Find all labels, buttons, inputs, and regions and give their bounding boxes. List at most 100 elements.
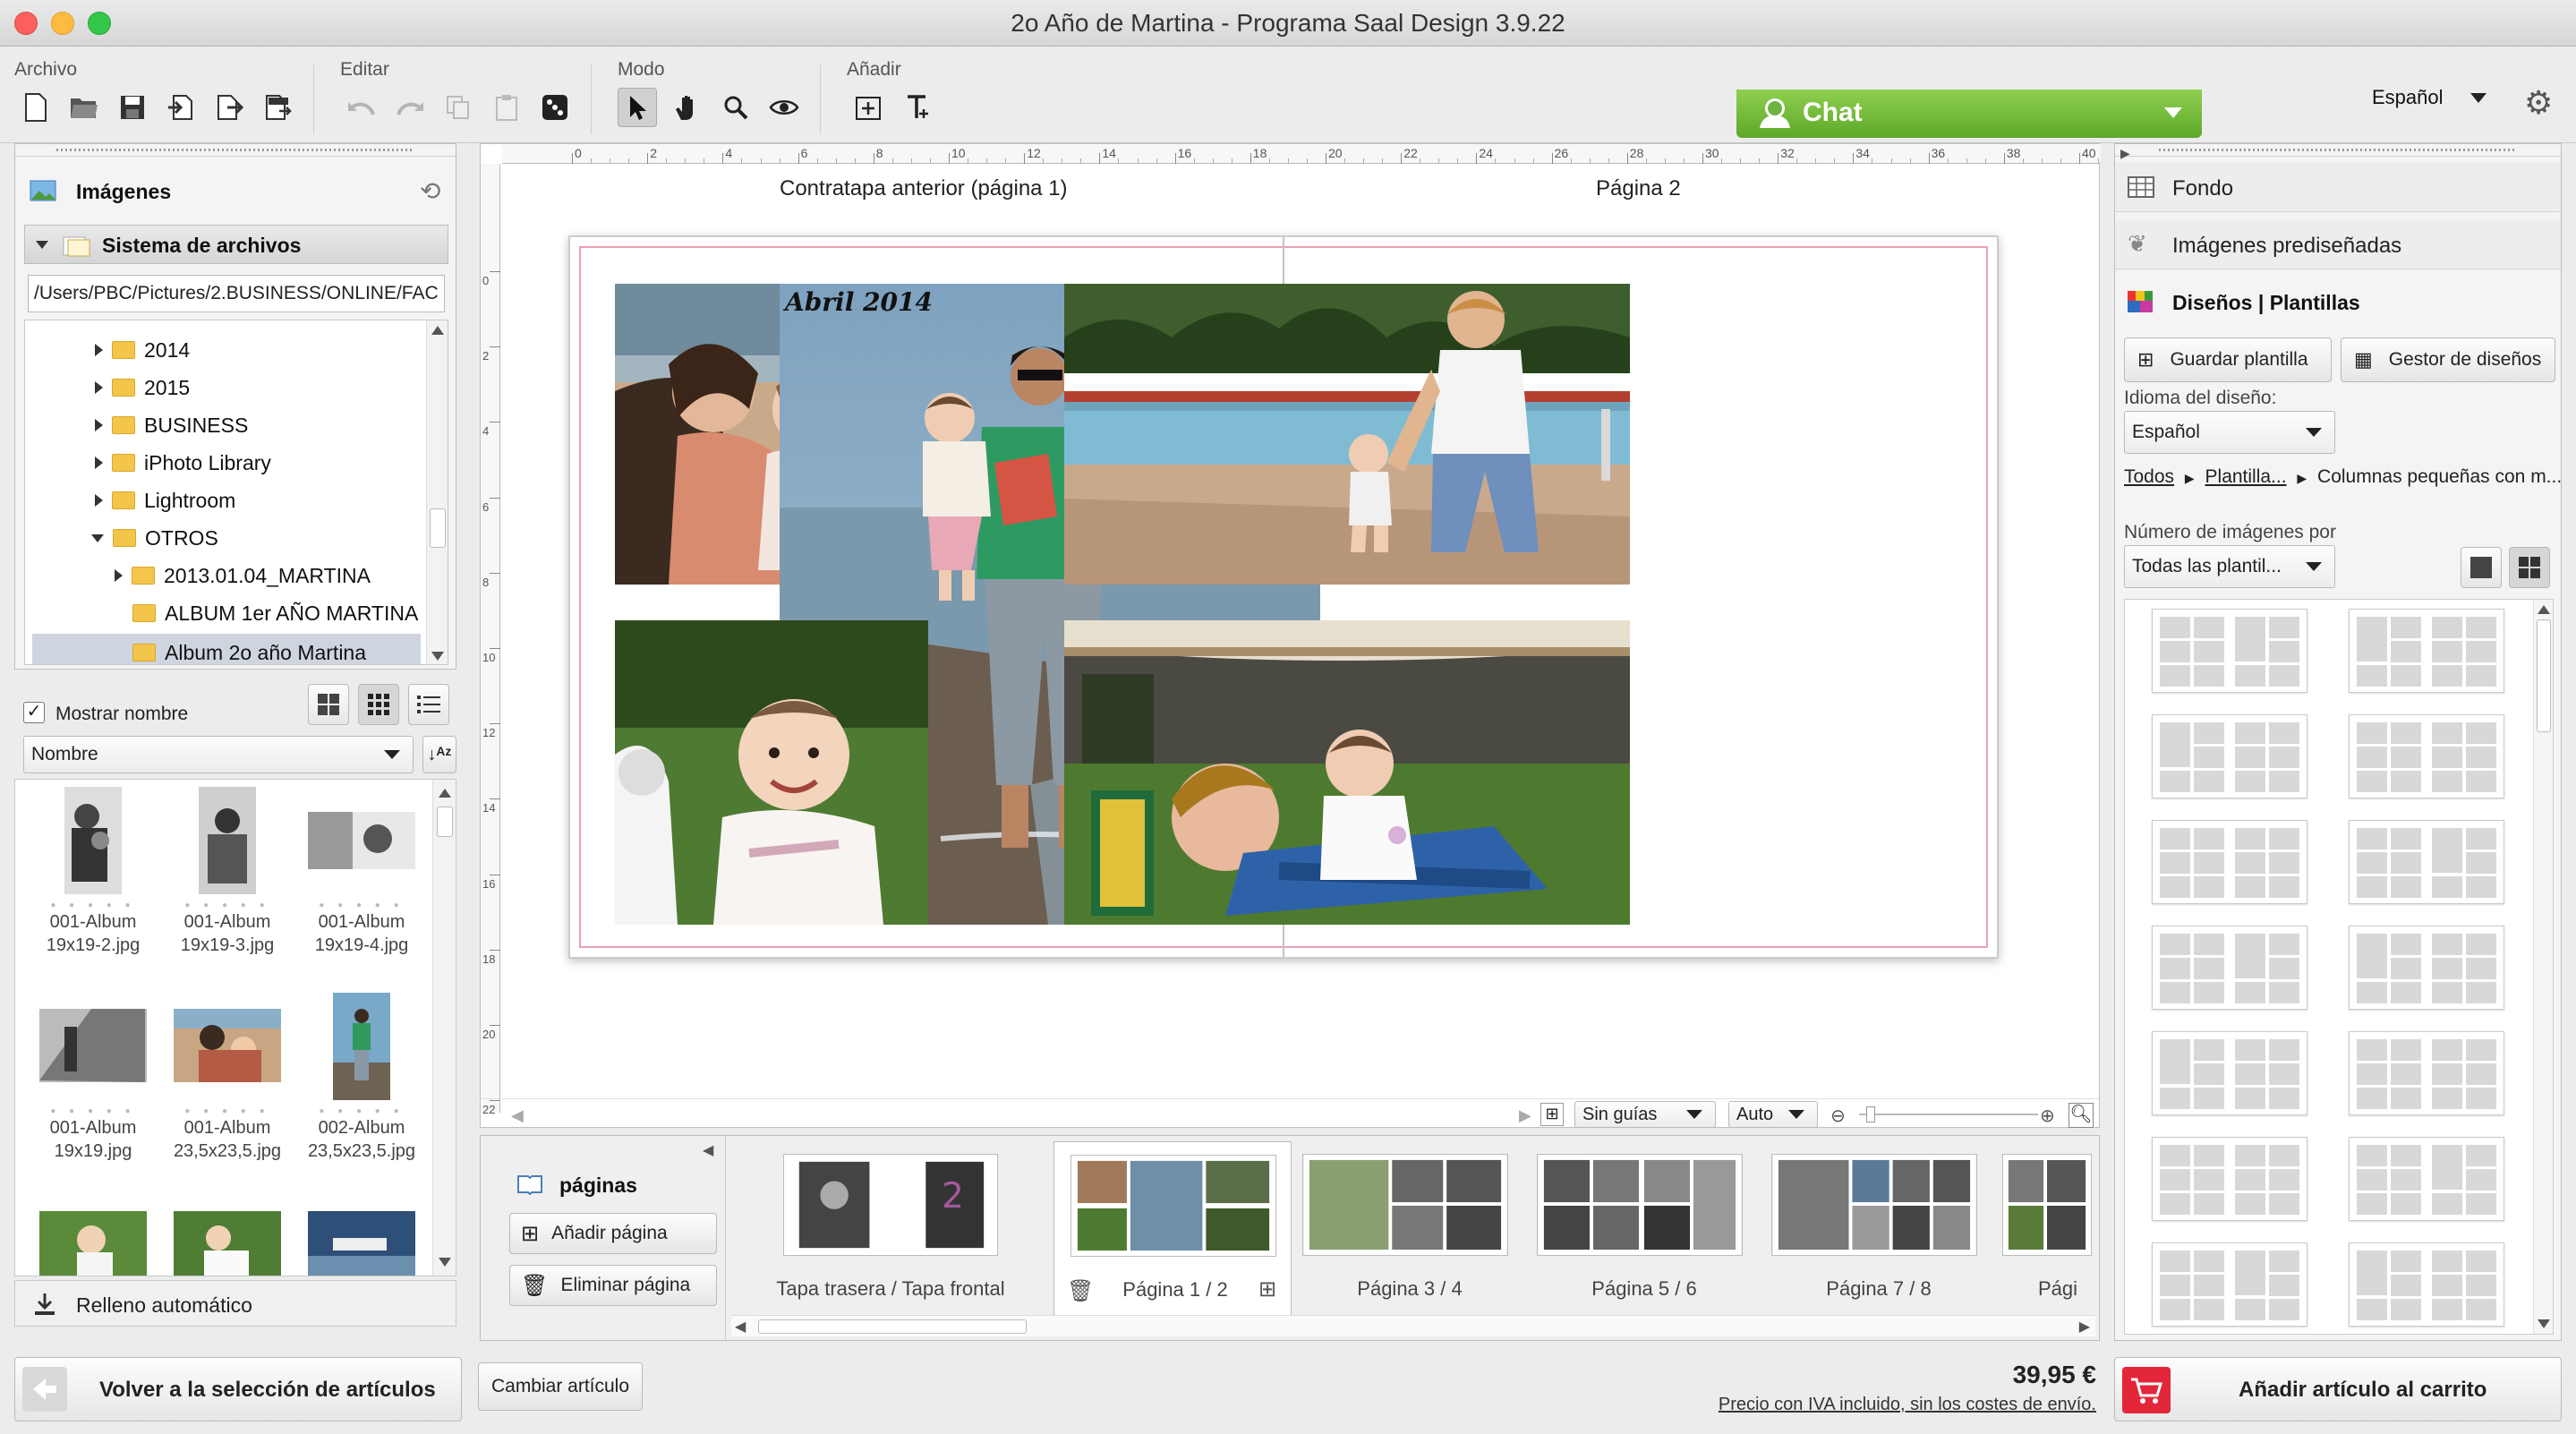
scroll-up-icon[interactable] [439, 789, 451, 798]
tree-item-martina-2013[interactable]: 2013.01.04_MARTINA [115, 557, 371, 594]
expand-icon[interactable] [95, 344, 103, 356]
pdf-export-icon[interactable] [258, 88, 297, 127]
page-thumb-cover[interactable]: 2 Tapa trasera / Tapa frontal [776, 1154, 1005, 1313]
template-card[interactable] [2152, 609, 2307, 693]
grid-template-view-icon[interactable] [2509, 547, 2550, 588]
page-thumb-next[interactable]: Pági [2002, 1154, 2092, 1313]
photo-frame-baby-dog[interactable] [615, 620, 928, 925]
settings-gear-icon[interactable]: ⚙ [2524, 84, 2553, 122]
scroll-thumb[interactable] [2537, 619, 2551, 732]
thumbnail-item[interactable]: ● ● ● ● ● 001-Album 23,5x23,5.jpg [160, 991, 294, 1163]
thumbnail-item[interactable]: ● ● ● ● ● 001-Album 19x19.jpg [26, 991, 160, 1163]
single-template-view-icon[interactable] [2461, 547, 2502, 588]
tree-item-2014[interactable]: 2014 [95, 331, 190, 369]
scroll-down-icon[interactable] [2538, 1319, 2550, 1328]
rating-stars[interactable]: ● ● ● ● ● [160, 1106, 294, 1116]
scroll-thumb[interactable] [437, 807, 453, 837]
tree-scrollbar[interactable] [426, 320, 448, 664]
scroll-down-icon[interactable] [431, 652, 444, 661]
rating-stars[interactable]: ● ● ● ● ● [294, 1106, 429, 1116]
panel-grip[interactable] [15, 144, 456, 157]
chat-button[interactable]: Chat [1736, 90, 2202, 138]
album-spread[interactable]: Abril 2014 [568, 235, 1999, 959]
insert-spread-icon[interactable]: ⊞ [1258, 1276, 1276, 1302]
small-grid-view-icon[interactable] [358, 684, 399, 725]
template-card[interactable] [2152, 1137, 2307, 1221]
scroll-left-icon[interactable]: ◀ [735, 1318, 746, 1336]
template-card[interactable] [2349, 714, 2504, 798]
template-card[interactable] [2349, 1031, 2504, 1115]
zoom-magnifier-icon[interactable] [716, 88, 755, 127]
language-selector[interactable]: Español [2372, 86, 2486, 109]
add-page-button[interactable]: ⊞ Añadir página [509, 1213, 717, 1254]
canvas-area[interactable]: 0 2 4 6 8 10 12 14 16 18 20 22 24 26 28 30 32 34 36 38 40 02… [480, 143, 2137, 1128]
chat-dropdown-icon[interactable] [2164, 107, 2182, 118]
collapse-panel-icon[interactable]: ◀ [703, 1141, 713, 1159]
scroll-thumb[interactable] [430, 508, 446, 548]
thumbnail-scrollbar[interactable] [432, 780, 456, 1276]
zoom-fit-icon[interactable]: 🔍︎ [2068, 1103, 2094, 1128]
tree-item-lightroom[interactable]: Lightroom [95, 482, 235, 519]
zoom-in-icon[interactable]: ⊕ [2040, 1105, 2055, 1127]
thumbnail-item[interactable] [160, 1193, 283, 1276]
page-thumb-3-4[interactable]: Página 3 / 4 [1302, 1154, 1517, 1313]
template-card[interactable] [2349, 820, 2504, 904]
guides-icon[interactable]: ⊞ [1540, 1103, 1564, 1126]
import-icon[interactable] [161, 88, 200, 127]
thumbnail-item[interactable] [294, 1193, 417, 1276]
auto-fill-button[interactable]: Relleno automático [14, 1280, 456, 1327]
save-template-button[interactable]: ⊞ Guardar plantilla [2124, 337, 2332, 382]
pages-scrollbar[interactable]: ◀ ▶ [731, 1315, 2095, 1336]
price-note-link[interactable]: Precio con IVA incluido, sin los costes … [1683, 1395, 2096, 1415]
expand-icon[interactable] [95, 381, 103, 394]
num-images-select[interactable]: Todas las plantil... [2124, 545, 2335, 588]
redo-icon[interactable] [390, 88, 430, 127]
thumbnail-item[interactable]: ● ● ● ● ● 001-Album 19x19-3.jpg [160, 785, 294, 957]
thumbnail-item[interactable]: ● ● ● ● ● 001-Album 19x19-4.jpg [294, 785, 429, 957]
language-dropdown-icon[interactable] [2470, 93, 2486, 103]
undo-icon[interactable] [342, 88, 381, 127]
rating-stars[interactable]: ● ● ● ● ● [160, 901, 294, 910]
thumbnail-item[interactable]: ● ● ● ● ● 001-Album 19x19-2.jpg [26, 785, 160, 957]
tree-item-album-1er[interactable]: ALBUM 1er AÑO MARTINA [132, 594, 418, 632]
save-icon[interactable] [113, 88, 152, 127]
clipart-section[interactable]: ❦ Imágenes prediseñadas [2115, 219, 2561, 269]
template-card[interactable] [2152, 1242, 2307, 1327]
show-name-checkbox[interactable]: ✓ [23, 702, 45, 723]
template-card[interactable] [2152, 820, 2307, 904]
list-view-icon[interactable] [408, 684, 449, 725]
sort-select[interactable]: Nombre [23, 736, 414, 773]
scroll-right-icon[interactable]: ▶ [1519, 1106, 1531, 1125]
template-card[interactable] [2152, 926, 2307, 1010]
export-icon[interactable] [209, 88, 249, 127]
collapse-icon[interactable] [91, 533, 104, 542]
breadcrumb-all-link[interactable]: Todos [2124, 466, 2174, 487]
scroll-up-icon[interactable] [431, 326, 444, 335]
add-text-icon[interactable] [899, 88, 938, 127]
template-card[interactable] [2349, 609, 2504, 693]
zoom-slider-handle[interactable] [1866, 1106, 1875, 1122]
breadcrumb-template-link[interactable]: Plantilla... [2205, 466, 2287, 487]
select-pointer-icon[interactable] [618, 88, 657, 127]
scroll-down-icon[interactable] [439, 1258, 451, 1267]
tree-item-business[interactable]: BUSINESS [95, 406, 248, 444]
page-thumb-7-8[interactable]: Página 7 / 8 [1771, 1154, 1986, 1313]
back-to-articles-button[interactable]: Volver a la selección de artículos [14, 1357, 462, 1421]
photo-caption-text[interactable]: Abril 2014 [785, 287, 933, 317]
hand-pan-icon[interactable] [668, 88, 707, 127]
delete-spread-icon[interactable]: 🗑︎ [1067, 1278, 1094, 1304]
rating-stars[interactable]: ● ● ● ● ● [26, 901, 160, 910]
refresh-icon[interactable]: ⟲ [420, 176, 440, 206]
scroll-up-icon[interactable] [2538, 605, 2550, 614]
tree-item-album-2o[interactable]: Album 2o año Martina [32, 634, 421, 664]
template-scrollbar[interactable] [2533, 600, 2553, 1334]
expand-icon[interactable] [95, 457, 103, 469]
template-card[interactable] [2152, 714, 2307, 798]
change-article-button[interactable]: Cambiar artículo [478, 1362, 643, 1411]
paste-icon[interactable] [487, 88, 526, 127]
copy-icon[interactable] [439, 88, 478, 127]
page-thumb-selected[interactable]: 🗑︎ Página 1 / 2 ⊞ [1053, 1141, 1292, 1324]
filesystem-section[interactable]: Sistema de archivos [24, 225, 448, 264]
thumbnail-item[interactable] [26, 1193, 149, 1276]
new-file-icon[interactable] [16, 88, 55, 127]
